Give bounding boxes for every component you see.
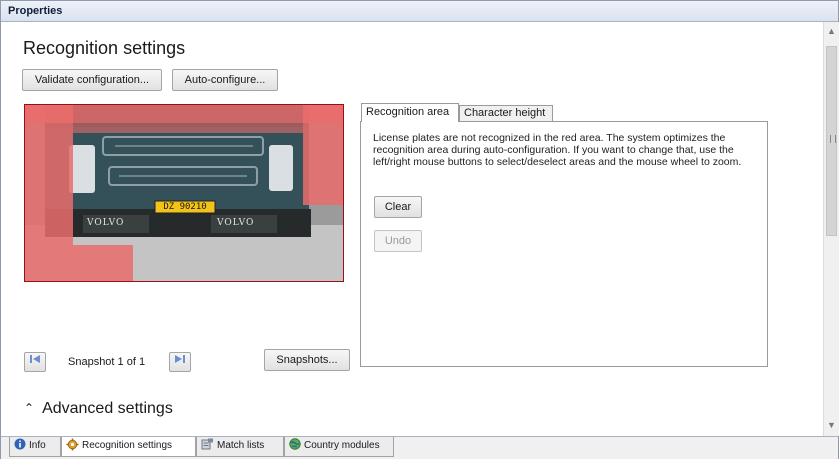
badge-right: VOLVO	[217, 218, 255, 228]
snapshots-button[interactable]: Snapshots...	[264, 349, 350, 371]
window-title: Properties	[8, 5, 63, 17]
previous-snapshot-button[interactable]	[24, 352, 46, 372]
auto-configure-button[interactable]: Auto-configure...	[172, 69, 278, 91]
tab-country-modules[interactable]: Country modules	[284, 437, 394, 457]
scrollbar-thumb[interactable]	[826, 46, 837, 236]
match-lists-icon	[201, 438, 213, 450]
vertical-scrollbar[interactable]: ▲ ▼	[823, 22, 839, 436]
tab-country-modules-label: Country modules	[304, 440, 380, 451]
next-snapshot-button[interactable]	[169, 352, 191, 372]
validate-configuration-button[interactable]: Validate configuration...	[22, 69, 162, 91]
title-bar: Properties	[1, 1, 838, 22]
recognition-area-description: License plates are not recognized in the…	[373, 132, 742, 168]
recognition-area-panel: License plates are not recognized in the…	[360, 121, 768, 367]
tab-match-lists-label: Match lists	[217, 440, 265, 451]
tab-info-label: Info	[29, 440, 46, 451]
snapshot-image[interactable]: DZ 90210 VOLVO VOLVO	[24, 104, 344, 282]
clear-button[interactable]: Clear	[374, 196, 422, 218]
bottom-tab-bar: Info Recognition settings Match lists Co…	[1, 436, 838, 459]
tab-character-height[interactable]: Character height	[459, 105, 553, 121]
info-icon	[14, 438, 26, 450]
properties-content: Recognition settings Validate configurat…	[2, 22, 822, 436]
advanced-settings-label: Advanced settings	[42, 400, 173, 417]
badge-left: VOLVO	[87, 218, 125, 228]
tab-recognition-settings[interactable]: Recognition settings	[61, 437, 196, 457]
page-title: Recognition settings	[23, 38, 186, 58]
next-arrow-icon	[175, 355, 185, 363]
snapshot-illustration	[25, 105, 343, 281]
snapshot-counter: Snapshot 1 of 1	[68, 356, 146, 368]
properties-window: Properties Recognition settings Validate…	[0, 0, 839, 459]
tab-match-lists[interactable]: Match lists	[196, 437, 284, 457]
tab-recognition-area[interactable]: Recognition area	[361, 103, 459, 122]
scroll-up-arrow-icon[interactable]: ▲	[824, 24, 839, 38]
tab-info[interactable]: Info	[9, 437, 61, 457]
scrollbar-grip-icon	[830, 135, 836, 143]
scroll-down-arrow-icon[interactable]: ▼	[824, 418, 839, 432]
plate-text: DZ 90210	[163, 202, 207, 212]
advanced-settings-toggle[interactable]: ⌃ Advanced settings	[24, 400, 173, 418]
gear-icon	[66, 438, 79, 451]
undo-button[interactable]: Undo	[374, 230, 422, 252]
prev-arrow-icon	[30, 355, 40, 363]
tab-recognition-settings-label: Recognition settings	[82, 440, 173, 451]
chevron-up-icon: ⌃	[24, 401, 35, 415]
globe-icon	[289, 438, 301, 451]
